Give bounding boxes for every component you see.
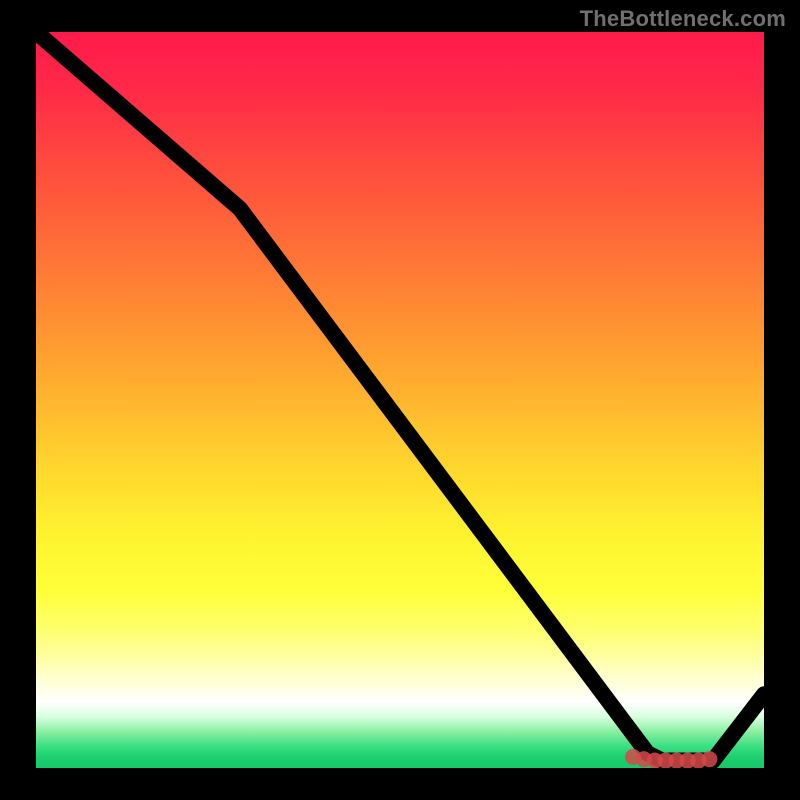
chart-frame: TheBottleneck.com	[0, 0, 800, 800]
plot-area	[36, 32, 764, 768]
curve-line	[36, 32, 764, 761]
marker-group	[625, 749, 717, 768]
watermark-text: TheBottleneck.com	[580, 6, 786, 32]
chart-svg	[36, 32, 764, 768]
marker-dot	[701, 751, 717, 767]
